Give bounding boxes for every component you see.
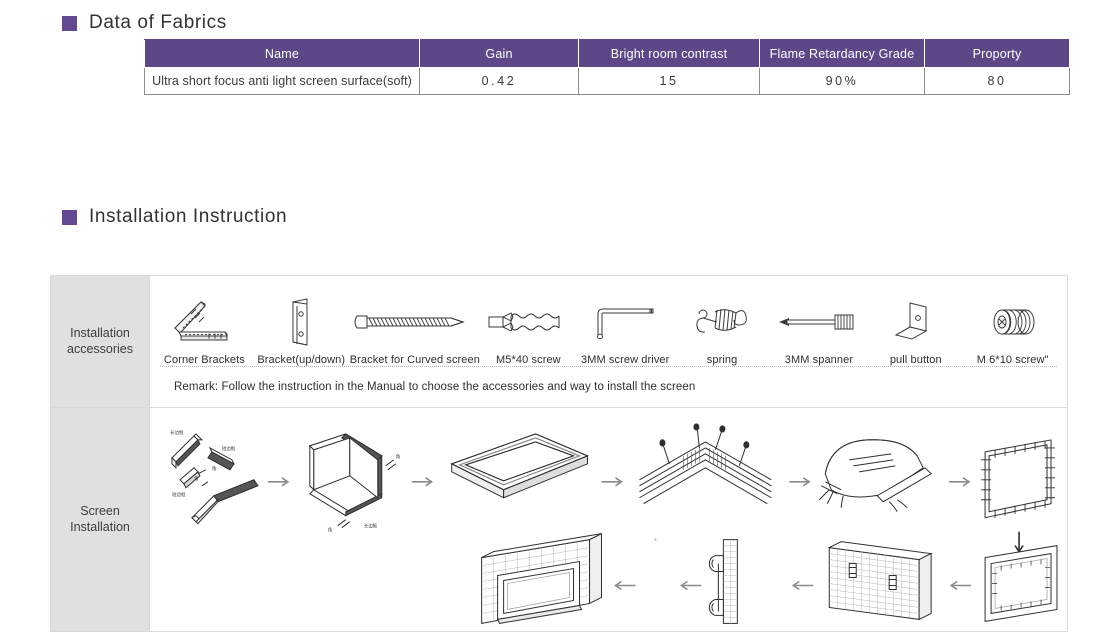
- accessory-label: Corner Brackets: [163, 354, 245, 366]
- corner-bracket-icon: [165, 293, 243, 351]
- frame-assembled-square: 角 角 长边框: [308, 432, 401, 533]
- svg-text:角: 角: [212, 464, 217, 471]
- accessory-item: spring: [674, 276, 771, 366]
- accessory-item: Corner Brackets: [156, 276, 253, 366]
- accessory-item: M 6*10 screw": [964, 276, 1061, 366]
- wall-section-side-view: [708, 538, 738, 624]
- accessory-item: pull button: [867, 276, 964, 366]
- threaded-bolt-icon: [986, 293, 1040, 351]
- svg-text:短边框: 短边框: [172, 490, 186, 497]
- cell-name: Ultra short focus anti light screen surf…: [144, 67, 420, 95]
- cell-bright-room-contrast: 15: [578, 67, 760, 95]
- installation-section-heading: Installation Instruction: [62, 206, 287, 228]
- cell-gain: 0.42: [419, 67, 579, 95]
- installation-instruction-table: Installation accessories Corner Brackets…: [50, 275, 1068, 632]
- accessory-item: Bracket for Curved screen: [350, 276, 480, 366]
- row-label-installation-accessories: Installation accessories: [51, 276, 150, 407]
- svg-text:角: 角: [396, 452, 401, 459]
- accessory-item: Bracket(up/down): [253, 276, 350, 366]
- spanner-icon: [777, 293, 861, 351]
- row-label-text: Installation accessories: [67, 326, 133, 357]
- remark-row: Remark: Follow the instruction in the Ma…: [150, 367, 1067, 407]
- page-title-fabrics: Data of Fabrics: [89, 12, 227, 33]
- bullet-square-icon: [62, 15, 77, 31]
- hex-key-icon: [590, 293, 660, 351]
- installation-accessories-body: Corner Brackets Bracket(up/down) Bracket…: [150, 276, 1067, 407]
- accessory-label: Bracket(up/down): [257, 354, 346, 366]
- table-header-row: Name Gain Bright room contrast Flame Ret…: [144, 39, 1070, 68]
- wall-with-mount-brackets: [827, 540, 933, 620]
- accessory-label: spring: [706, 354, 738, 366]
- accessory-label: 3MM spanner: [784, 354, 854, 366]
- screen-installation-diagram: 长边框 短边框 短边框 角 角 角 角 长边框: [150, 408, 1067, 631]
- remark-text: Remark: Follow the instruction in the Ma…: [174, 380, 696, 393]
- accessory-item: 3MM spanner: [771, 276, 868, 366]
- frame-rectangle-complete: [450, 433, 589, 499]
- column-header-bright-room-contrast: Bright room contrast: [578, 39, 760, 68]
- installation-accessories-row: Installation accessories Corner Brackets…: [51, 276, 1067, 408]
- angle-bracket-icon: [890, 293, 942, 351]
- row-label-text: Screen Installation: [70, 504, 130, 535]
- screen-mounted-on-wall: [481, 532, 603, 624]
- svg-text:角: 角: [328, 526, 333, 533]
- fabric-over-frame: [818, 438, 932, 512]
- page-title-installation: Installation Instruction: [89, 206, 288, 227]
- cell-flame-retardancy-grade: 90%: [759, 67, 925, 95]
- svg-text:角: 角: [194, 474, 199, 481]
- screen-installation-body: 长边框 短边框 短边框 角 角 角 角 长边框: [150, 408, 1067, 631]
- table-row: Ultra short focus anti light screen surf…: [144, 67, 1070, 95]
- accessory-label: Bracket for Curved screen: [349, 354, 480, 366]
- fabrics-section-heading: Data of Fabrics: [62, 12, 227, 34]
- accessory-label: 3MM screw driver: [581, 354, 670, 366]
- wall-anchor-icon: [486, 293, 570, 351]
- accessory-icon-strip: Corner Brackets Bracket(up/down) Bracket…: [150, 276, 1067, 366]
- long-screw-icon: [351, 293, 479, 351]
- accessory-label: M 6*10 screw": [976, 354, 1049, 366]
- accessory-label: pull button: [889, 354, 942, 366]
- bullet-square-icon: [62, 209, 77, 225]
- screen-back-with-clips: [984, 544, 1058, 622]
- spring-icon: [689, 293, 755, 351]
- plate-bracket-icon: [279, 293, 323, 351]
- fabrics-table-container: Name Gain Bright room contrast Flame Ret…: [144, 39, 1070, 95]
- screen-installation-row: Screen Installation 长边框 短边框 短边框 角 角 角 角 …: [51, 407, 1067, 631]
- row-label-screen-installation: Screen Installation: [51, 407, 150, 631]
- svg-text:长边框: 长边框: [364, 522, 378, 529]
- accessory-label: M5*40 screw: [496, 354, 561, 366]
- fabric-tensioned-frame: [981, 438, 1056, 553]
- column-header-name: Name: [144, 39, 420, 68]
- column-header-gain: Gain: [419, 39, 579, 68]
- svg-text:长边框: 长边框: [170, 429, 184, 436]
- svg-text:短边框: 短边框: [222, 445, 236, 452]
- fabrics-table: Name Gain Bright room contrast Flame Ret…: [144, 39, 1070, 95]
- column-header-flame-retardancy-grade: Flame Retardancy Grade: [759, 39, 925, 68]
- cell-proporty: 80: [924, 67, 1070, 95]
- accessory-item: M5*40 screw: [480, 276, 577, 366]
- frame-corner-with-pins: [639, 422, 772, 504]
- accessory-item: 3MM screw driver: [577, 276, 674, 366]
- frame-pieces-exploded: 长边框 短边框 短边框 角 角: [170, 429, 259, 525]
- column-header-proporty: Proporty: [924, 39, 1070, 68]
